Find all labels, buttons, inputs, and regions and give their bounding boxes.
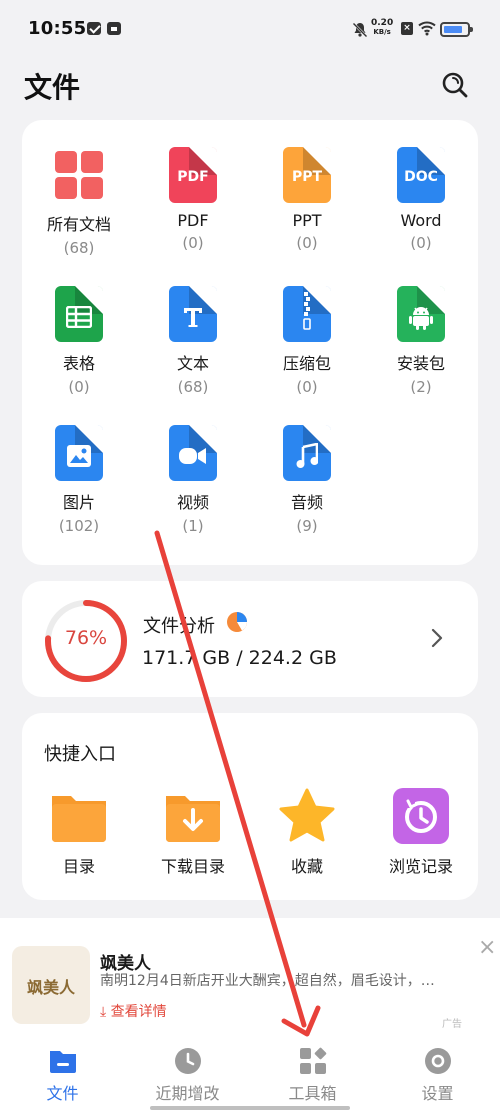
category-count: (0) — [296, 378, 318, 396]
toolbox-icon — [298, 1046, 328, 1076]
storage-percent: 76% — [64, 627, 108, 649]
quick-access-download[interactable]: 下载目录 — [136, 786, 250, 877]
all-docs-icon — [55, 147, 103, 203]
category-count: (0) — [296, 234, 318, 252]
category-archive[interactable]: 压缩包 (0) — [250, 286, 364, 396]
category-all-docs[interactable]: 所有文档 (68) — [22, 147, 136, 257]
tab-files[interactable]: 文件 — [0, 1046, 125, 1104]
archive-file-icon — [283, 286, 331, 342]
mute-bell-icon — [352, 22, 368, 42]
category-spreadsheet[interactable]: 表格 (0) — [22, 286, 136, 396]
download-arrow-icon: ⤓ — [100, 1004, 107, 1020]
doc-badge: DOC — [404, 169, 438, 185]
status-time: 10:55 — [28, 18, 87, 39]
category-count: (0) — [182, 234, 204, 252]
spreadsheet-file-icon — [55, 286, 103, 342]
quick-access-label: 下载目录 — [160, 857, 225, 876]
category-apk[interactable]: 安装包 (2) — [364, 286, 478, 396]
quick-access-label: 收藏 — [290, 857, 323, 876]
network-speed-unit: KB/s — [373, 28, 391, 36]
sim-x-icon: × — [401, 22, 413, 35]
word-file-icon: DOC — [397, 147, 445, 203]
ad-tag: 广告 — [442, 1019, 462, 1030]
apk-file-icon — [397, 286, 445, 342]
tab-label: 近期增改 — [155, 1084, 220, 1103]
quick-access-label: 浏览记录 — [388, 857, 453, 876]
pdf-badge: PDF — [177, 169, 209, 185]
quick-access-directory[interactable]: 目录 — [22, 786, 136, 877]
category-count: (68) — [177, 378, 209, 396]
category-label: 压缩包 — [282, 354, 331, 373]
wifi-icon — [418, 20, 436, 40]
quick-access-title: 快捷入口 — [44, 744, 116, 765]
category-label: 文本 — [176, 354, 209, 373]
category-count: (102) — [58, 517, 100, 535]
battery-icon — [440, 22, 473, 37]
page-title: 文件 — [24, 71, 81, 104]
pie-chart-icon — [227, 612, 247, 632]
home-indicator — [150, 1106, 350, 1110]
category-word[interactable]: DOC Word (0) — [364, 147, 478, 252]
category-audio[interactable]: 音频 (9) — [250, 425, 364, 535]
history-icon — [391, 786, 451, 846]
category-label: PPT — [292, 211, 322, 230]
category-count: (9) — [296, 517, 318, 535]
category-ppt[interactable]: PPT PPT (0) — [250, 147, 364, 252]
calendar-notification-icon — [107, 22, 121, 35]
category-count: (2) — [410, 378, 432, 396]
category-label: 视频 — [176, 493, 209, 512]
tab-label: 工具箱 — [288, 1084, 337, 1103]
settings-icon — [423, 1046, 453, 1076]
tab-settings[interactable]: 设置 — [375, 1046, 500, 1104]
ad-details-link[interactable]: ⤓ 查看详情 — [100, 1001, 167, 1021]
category-label: 图片 — [62, 493, 95, 512]
tab-recent[interactable]: 近期增改 — [125, 1046, 250, 1104]
storage-size: 171.7 GB / 224.2 GB — [142, 647, 337, 669]
tab-toolbox[interactable]: 工具箱 — [250, 1046, 375, 1104]
category-text[interactable]: 文本 (68) — [136, 286, 250, 396]
category-label: 所有文档 — [46, 215, 111, 234]
mail-notification-icon — [87, 22, 101, 35]
tab-label: 设置 — [421, 1084, 454, 1103]
download-folder-icon — [163, 786, 223, 846]
ad-description: 南明12月4日新店开业大酬宾，超自然，眉毛设计，… — [100, 973, 435, 989]
category-label: 安装包 — [396, 354, 445, 373]
close-icon[interactable]: × — [478, 937, 496, 959]
category-video[interactable]: 视频 (1) — [136, 425, 250, 535]
ppt-file-icon: PPT — [283, 147, 331, 203]
storage-title: 文件分析 — [143, 616, 215, 637]
folder-icon — [49, 786, 109, 846]
category-label: 表格 — [62, 354, 95, 373]
image-file-icon — [55, 425, 103, 481]
text-file-icon — [169, 286, 217, 342]
quick-access-favorites[interactable]: 收藏 — [250, 786, 364, 877]
category-count: (68) — [63, 239, 95, 257]
category-image[interactable]: 图片 (102) — [22, 425, 136, 535]
network-speed-value: 0.20 — [371, 18, 394, 28]
clock-icon — [173, 1046, 203, 1076]
category-label: 音频 — [290, 493, 323, 512]
category-count: (0) — [68, 378, 90, 396]
pdf-file-icon: PDF — [169, 147, 217, 203]
star-icon — [277, 786, 337, 846]
ppt-badge: PPT — [291, 169, 323, 185]
chevron-right-icon[interactable] — [430, 628, 444, 648]
category-count: (1) — [182, 517, 204, 535]
quick-access-history[interactable]: 浏览记录 — [364, 786, 478, 877]
category-label: PDF — [177, 211, 209, 230]
folder-home-icon — [48, 1046, 78, 1076]
tab-label: 文件 — [46, 1084, 79, 1103]
search-icon[interactable] — [440, 70, 470, 100]
ad-logo-text: 飒美人 — [26, 978, 75, 997]
category-count: (0) — [410, 234, 432, 252]
category-label: Word — [400, 211, 442, 230]
category-pdf[interactable]: PDF PDF (0) — [136, 147, 250, 252]
audio-file-icon — [283, 425, 331, 481]
ad-details-label: 查看详情 — [110, 1004, 167, 1020]
quick-access-label: 目录 — [62, 857, 95, 876]
network-speed: 0.20 KB/s — [371, 19, 393, 37]
video-file-icon — [169, 425, 217, 481]
